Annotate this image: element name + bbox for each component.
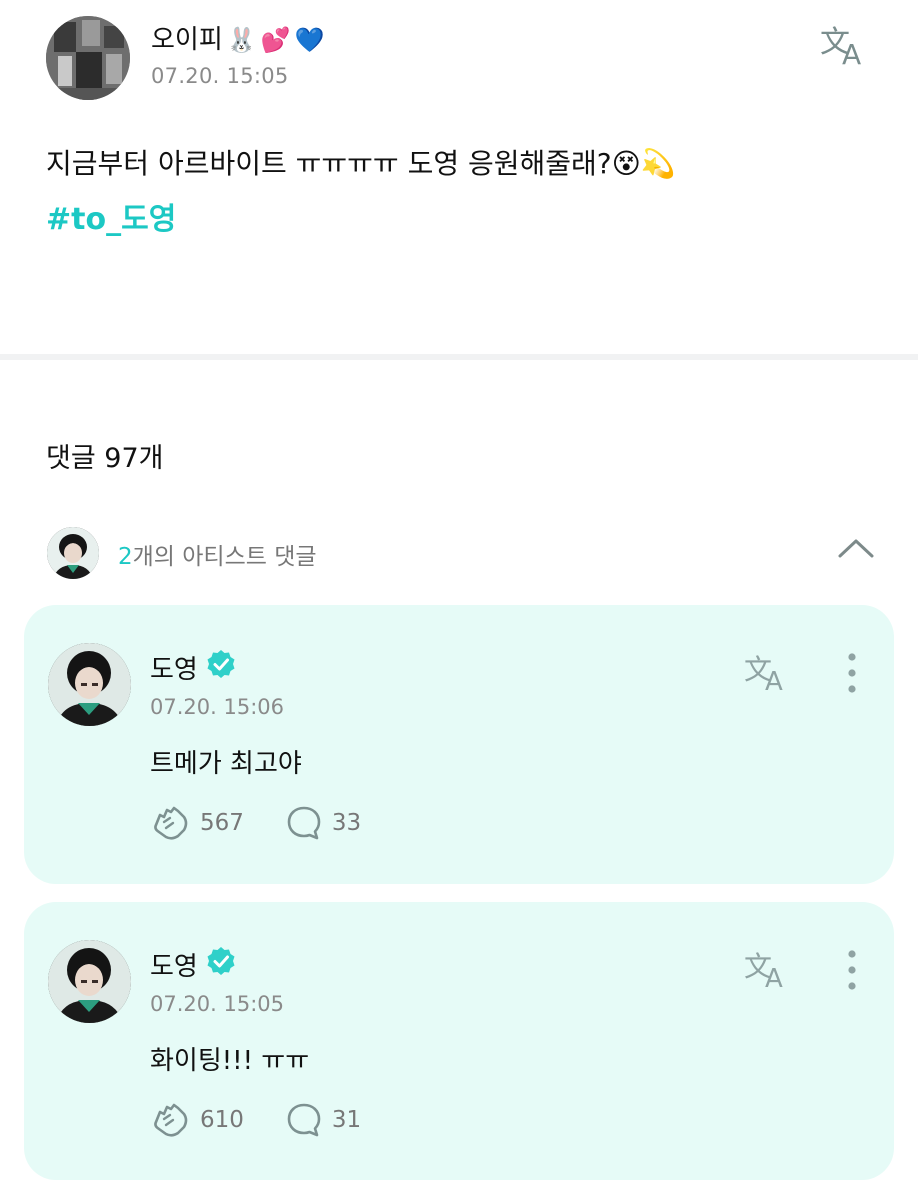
dizzy-emoji: 💫 <box>640 147 676 180</box>
commenter-name[interactable]: 도영 <box>150 946 198 983</box>
svg-text:A: A <box>765 964 783 990</box>
clap-like-icon <box>154 1103 188 1137</box>
artist-comment-card: 도영 07.20. 15:06 트메가 최고야 文 A 567 33 <box>24 605 894 884</box>
rabbit-emoji: 🐰 <box>226 26 257 54</box>
comment-actions: 610 31 <box>150 1102 361 1138</box>
verified-badge-icon <box>206 946 236 983</box>
section-divider <box>0 354 918 360</box>
comment-timestamp: 07.20. 15:06 <box>150 695 284 719</box>
blue-heart-emoji: 💙 <box>294 26 325 54</box>
author-name[interactable]: 오이피 <box>151 24 223 56</box>
reply-button[interactable]: 33 <box>286 805 361 841</box>
commenter-name[interactable]: 도영 <box>150 649 198 686</box>
chevron-up-icon[interactable] <box>836 534 876 562</box>
like-button[interactable]: 610 <box>150 1102 244 1138</box>
svg-text:A: A <box>842 38 861 68</box>
artist-comment-label: 개의 아티스트 댓글 <box>132 544 317 570</box>
comment-text: 화이팅!!! ㅠㅠ <box>150 1046 310 1076</box>
more-options-icon[interactable] <box>842 651 862 695</box>
clap-like-icon <box>154 806 188 840</box>
translate-icon[interactable]: 文 A <box>744 651 794 697</box>
commenter-avatar[interactable] <box>48 643 131 726</box>
like-button[interactable]: 567 <box>150 805 244 841</box>
reply-button[interactable]: 31 <box>286 1102 361 1138</box>
hashtag-link[interactable]: #to_도영 <box>46 194 176 238</box>
artist-comment-count[interactable]: 2개의 아티스트 댓글 <box>118 537 317 571</box>
artist-avatar-small <box>47 527 99 579</box>
artist-comment-number: 2 <box>118 544 133 570</box>
translate-icon[interactable]: 文 A <box>744 948 794 994</box>
like-count: 610 <box>200 1107 244 1133</box>
verified-badge-icon <box>206 649 236 686</box>
like-count: 567 <box>200 810 244 836</box>
post-detail-page: 오이피 🐰 💕 💙 07.20. 15:05 文 A 지금부터 아르바이트 ㅠㅠ… <box>0 0 918 1200</box>
speech-bubble-icon <box>287 1103 321 1137</box>
post-text: 지금부터 아르바이트 ㅠㅠㅠㅠ 도영 응원해줄래? <box>46 147 612 180</box>
svg-text:A: A <box>765 667 783 693</box>
translate-icon[interactable]: 文 A <box>820 22 872 71</box>
comment-text: 트메가 최고야 <box>150 749 302 779</box>
dizzy-face-emoji: 😵 <box>611 147 641 180</box>
post-body: 지금부터 아르바이트 ㅠㅠㅠㅠ 도영 응원해줄래?😵💫 <box>46 142 876 186</box>
commenter-name-row[interactable]: 도영 <box>150 649 236 686</box>
comment-actions: 567 33 <box>150 805 361 841</box>
comment-timestamp: 07.20. 15:05 <box>150 992 284 1016</box>
speech-bubble-icon <box>287 806 321 840</box>
two-hearts-emoji: 💕 <box>260 26 291 54</box>
reply-count: 33 <box>331 810 362 836</box>
commenter-name-row[interactable]: 도영 <box>150 946 236 983</box>
more-options-icon[interactable] <box>842 948 862 992</box>
comment-count: 댓글 97개 <box>46 443 164 474</box>
author-name-row[interactable]: 오이피 🐰 💕 💙 <box>151 24 324 56</box>
commenter-avatar[interactable] <box>48 940 131 1023</box>
reply-count: 31 <box>331 1107 362 1133</box>
post-timestamp: 07.20. 15:05 <box>151 64 289 88</box>
author-avatar[interactable] <box>46 16 130 100</box>
artist-comment-card: 도영 07.20. 15:05 화이팅!!! ㅠㅠ 文 A 610 31 <box>24 902 894 1180</box>
